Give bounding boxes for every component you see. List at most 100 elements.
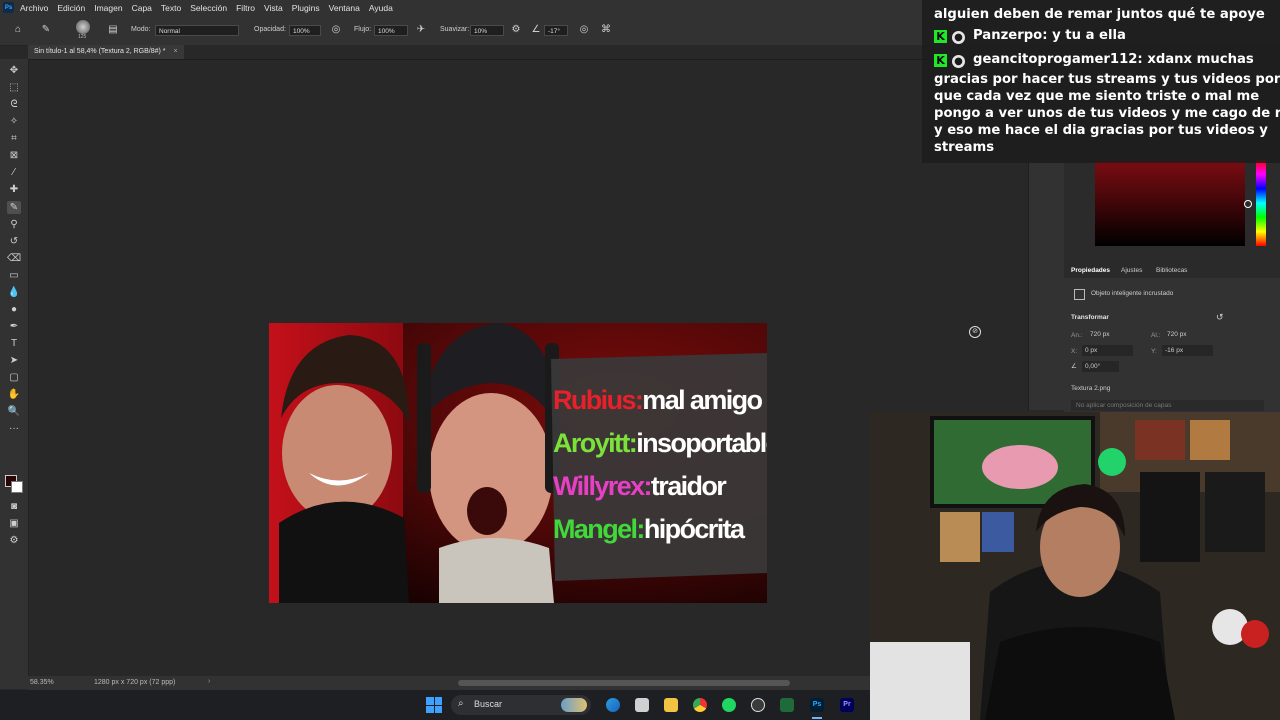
brush-tool-icon[interactable]: ✎	[7, 201, 21, 214]
menu-plugins[interactable]: Plugins	[292, 3, 320, 13]
spotify-icon[interactable]	[722, 698, 736, 712]
magic-wand-tool-icon[interactable]: ✧	[7, 115, 21, 128]
zoom-tool-icon[interactable]: 🔍	[7, 405, 21, 418]
menu-ventana[interactable]: Ventana	[329, 3, 360, 13]
healing-brush-tool-icon[interactable]: ✚	[7, 183, 21, 196]
angle-field[interactable]: -17°	[544, 25, 568, 36]
document-info[interactable]: 1280 px x 720 px (72 ppp)	[94, 679, 175, 686]
smoothing-field[interactable]: 10%	[470, 25, 504, 36]
brush-settings-icon[interactable]: ▤	[107, 24, 119, 36]
webcam-scene	[870, 412, 1280, 720]
flow-field[interactable]: 100%	[374, 25, 408, 36]
edit-toolbar-icon[interactable]: ⚙	[7, 534, 21, 547]
chat-text-1: y tu a ella	[1052, 28, 1126, 43]
width-field[interactable]: 720 px	[1088, 330, 1128, 340]
user-avatar-icon: ●	[952, 55, 965, 68]
menu-texto[interactable]: Texto	[161, 3, 181, 13]
airbrush-icon[interactable]: ✈	[415, 24, 427, 36]
active-app-indicator	[812, 717, 822, 719]
menu-vista[interactable]: Vista	[264, 3, 283, 13]
tab-propiedades[interactable]: Propiedades	[1071, 267, 1110, 274]
layer-comp-select[interactable]: No aplicar composición de capas	[1071, 400, 1264, 411]
color-field[interactable]	[1095, 160, 1245, 246]
chat-text-2-line: gracias por hacer tus streams y tus vide…	[934, 72, 1280, 87]
color-picker-cursor[interactable]	[1244, 200, 1252, 208]
chat-text-2-line: streams	[934, 140, 995, 155]
thumbnail-text-1: mal amigo	[642, 385, 763, 415]
rotation-angle-field[interactable]: 0,00°	[1082, 361, 1119, 372]
history-brush-tool-icon[interactable]: ↺	[7, 235, 21, 248]
kick-badge-icon: K	[934, 54, 947, 67]
menu-filtro[interactable]: Filtro	[236, 3, 255, 13]
eraser-tool-icon[interactable]: ⌫	[7, 252, 21, 265]
quick-mask-icon[interactable]: ◙	[7, 500, 21, 513]
mode-select[interactable]: Normal	[155, 25, 239, 36]
windows-taskbar: ⌕ Buscar Ps Pr	[0, 690, 870, 720]
document-tab-close-icon[interactable]: ×	[173, 48, 177, 55]
hue-slider[interactable]	[1256, 160, 1266, 246]
photoshop-taskbar-icon[interactable]: Ps	[810, 698, 824, 712]
stamp-tool-icon[interactable]: ⚲	[7, 218, 21, 231]
lasso-tool-icon[interactable]: ᘓ	[7, 98, 21, 111]
brush-preset-icon[interactable]: ✎	[40, 24, 52, 36]
crop-tool-icon[interactable]: ⌗	[7, 132, 21, 145]
screen-mode-icon[interactable]: ▣	[7, 517, 21, 530]
dodge-tool-icon[interactable]: ●	[7, 303, 21, 316]
blur-tool-icon[interactable]: 💧	[7, 286, 21, 299]
menu-imagen[interactable]: Imagen	[94, 3, 122, 13]
menu-capa[interactable]: Capa	[132, 3, 152, 13]
windows-start-icon[interactable]	[426, 697, 442, 713]
taskbar-search-box[interactable]: ⌕ Buscar	[451, 695, 591, 715]
brush-tip-preview[interactable]	[76, 20, 90, 34]
gradient-tool-icon[interactable]: ▭	[7, 269, 21, 282]
eyedropper-tool-icon[interactable]: ⁄	[7, 166, 21, 179]
stream-chat-overlay: alguien deben de remar juntos qué te apo…	[922, 0, 1280, 163]
menu-edicion[interactable]: Edición	[57, 3, 85, 13]
premiere-taskbar-icon[interactable]: Pr	[840, 698, 854, 712]
tab-bibliotecas[interactable]: Bibliotecas	[1156, 267, 1187, 274]
search-icon: ⌕	[458, 698, 464, 709]
zoom-level[interactable]: 58.35%	[30, 679, 54, 686]
file-explorer-icon[interactable]	[664, 698, 678, 712]
more-tools-icon[interactable]: ···	[7, 422, 21, 435]
thumbnail-text-3: traidor	[650, 471, 727, 501]
horizontal-scrollbar[interactable]	[458, 680, 790, 686]
photoshop-logo-icon[interactable]: Ps	[3, 2, 14, 13]
menu-ayuda[interactable]: Ayuda	[369, 3, 393, 13]
chrome-icon[interactable]	[693, 698, 707, 712]
symmetry-icon[interactable]: ⌘	[600, 24, 612, 36]
menu-seleccion[interactable]: Selección	[190, 3, 227, 13]
document-canvas[interactable]: Rubius:mal amigo Aroyitt:insoportable! W…	[269, 323, 767, 603]
chat-text-2-line: que cada vez que me siento triste o mal …	[934, 89, 1260, 104]
status-menu-chevron-icon[interactable]: ›	[208, 678, 210, 685]
x-label: X:	[1071, 348, 1078, 355]
rectangle-tool-icon[interactable]: ▢	[7, 371, 21, 384]
path-selection-tool-icon[interactable]: ➤	[7, 354, 21, 367]
tab-ajustes[interactable]: Ajustes	[1121, 267, 1142, 274]
microsoft-store-icon[interactable]	[635, 698, 649, 712]
home-icon[interactable]: ⌂	[12, 24, 24, 36]
marquee-tool-icon[interactable]: ⬚	[7, 81, 21, 94]
obs-icon[interactable]	[751, 698, 765, 712]
document-tab[interactable]: Sin título-1 al 58,4% (Textura 2, RGB/8#…	[28, 45, 184, 59]
opacity-field[interactable]: 100%	[289, 25, 321, 36]
edge-browser-icon[interactable]	[606, 698, 620, 712]
search-highlight-icon	[561, 698, 587, 712]
thumbnail-name-4: Mangel:	[553, 514, 645, 544]
pressure-size-icon[interactable]: ◎	[578, 24, 590, 36]
x-field[interactable]: 0 px	[1082, 345, 1133, 356]
menu-archivo[interactable]: Archivo	[20, 3, 48, 13]
frame-tool-icon[interactable]: ⊠	[7, 149, 21, 162]
type-tool-icon[interactable]: T	[7, 337, 21, 350]
pen-tool-icon[interactable]: ✒	[7, 320, 21, 333]
reset-transform-icon[interactable]: ↺	[1216, 312, 1224, 323]
pressure-opacity-icon[interactable]: ◎	[330, 24, 342, 36]
thumbnail-line-4: Mangel:hipócrita	[553, 508, 767, 551]
y-field[interactable]: -16 px	[1162, 345, 1213, 356]
background-color-swatch[interactable]	[11, 481, 23, 493]
smoothing-settings-gear-icon[interactable]: ⚙	[510, 24, 522, 36]
move-tool-icon[interactable]: ✥	[7, 64, 21, 77]
height-field[interactable]: 720 px	[1165, 330, 1205, 340]
hand-tool-icon[interactable]: ✋	[7, 388, 21, 401]
app-icon[interactable]	[780, 698, 794, 712]
